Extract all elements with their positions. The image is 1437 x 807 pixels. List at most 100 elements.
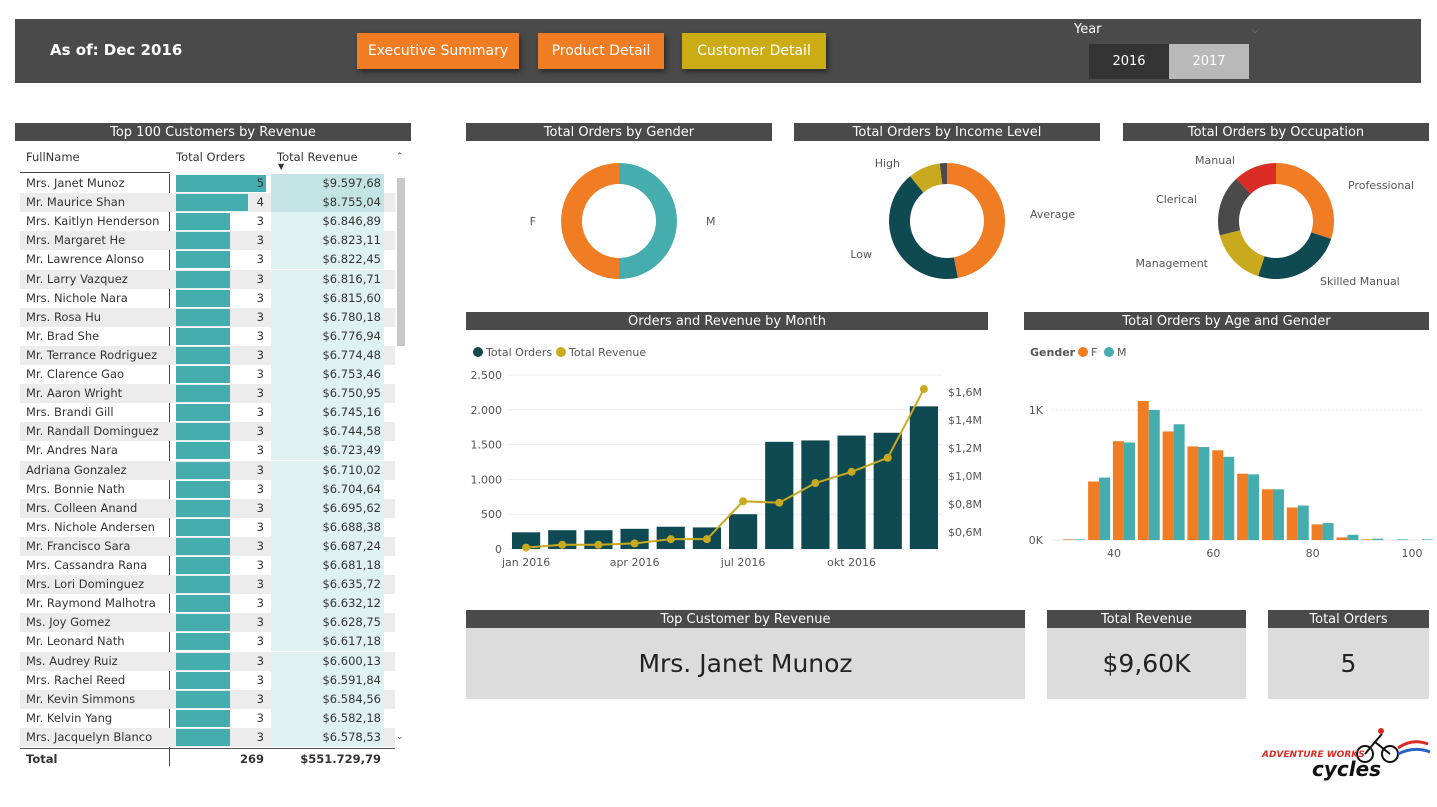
- legend-label: Total Orders: [485, 346, 552, 359]
- y2-tick-label: $1,4M: [948, 414, 982, 427]
- orders-bar: [909, 406, 939, 549]
- logo-text-cycles: cycles: [1312, 757, 1382, 781]
- bar-m: [1148, 410, 1160, 540]
- slice-label: Management: [1136, 257, 1209, 270]
- bar-f: [1112, 441, 1124, 540]
- slice-label: F: [530, 215, 536, 228]
- slice-label: Manual: [1195, 154, 1235, 167]
- bar-f: [1261, 489, 1273, 540]
- legend-label: Total Revenue: [568, 346, 646, 359]
- y2-tick-label: $0,8M: [948, 498, 982, 511]
- total-orders-title: Total Orders: [1268, 610, 1429, 628]
- y-tick-label: 1K: [1029, 404, 1044, 417]
- y-tick-label: 0K: [1029, 534, 1044, 547]
- slice-label: Skilled Manual: [1320, 275, 1400, 288]
- legend-marker-f: [1078, 347, 1088, 357]
- revenue-point: [883, 453, 892, 462]
- slice-label: M: [706, 215, 716, 228]
- y-tick-label: 500: [481, 508, 502, 521]
- x-tick-label: jan 2016: [501, 556, 550, 569]
- x-tick-label: 40: [1107, 547, 1121, 560]
- revenue-point: [739, 497, 748, 506]
- orders-bar: [728, 514, 758, 549]
- x-tick-label: 100: [1402, 547, 1423, 560]
- bar-f: [1212, 450, 1224, 540]
- x-tick-label: apr 2016: [610, 556, 660, 569]
- orders-bar: [837, 435, 866, 549]
- slice-label: High: [875, 157, 900, 170]
- bar-m: [1397, 539, 1409, 540]
- slice-label: Clerical: [1156, 193, 1197, 206]
- bar-m: [1074, 539, 1086, 540]
- bar-m: [1421, 539, 1433, 540]
- donut-slice: [947, 163, 1005, 278]
- bar-f: [1286, 507, 1298, 540]
- y-tick-label: 2.500: [471, 369, 503, 382]
- y2-tick-label: $0,6M: [948, 526, 982, 539]
- y-tick-label: 1.000: [471, 473, 503, 486]
- revenue-point: [594, 540, 603, 549]
- bar-f: [1088, 481, 1100, 540]
- bar-f: [1137, 400, 1149, 540]
- bar-m: [1099, 477, 1111, 540]
- x-tick-label: 80: [1306, 547, 1320, 560]
- bar-f: [1187, 446, 1199, 540]
- legend-label: F: [1091, 346, 1097, 359]
- bar-f: [1311, 524, 1323, 540]
- slice-label: Low: [850, 248, 872, 261]
- bar-m: [1248, 474, 1260, 540]
- bar-f: [1162, 431, 1174, 540]
- donut-slice: [1258, 232, 1332, 279]
- y2-tick-label: $1,6M: [948, 386, 982, 399]
- bar-m: [1198, 447, 1210, 540]
- adventure-works-logo: ADVENTURE WORKS cycles: [1262, 726, 1432, 782]
- total-orders-kpi: 5: [1340, 649, 1357, 678]
- revenue-point: [558, 540, 567, 549]
- total-orders-card: 5: [1268, 628, 1429, 699]
- legend-label: M: [1117, 346, 1127, 359]
- bar-f: [1237, 473, 1249, 540]
- bar-f: [1063, 539, 1075, 540]
- age-chart-title: Total Orders by Age and Gender: [1024, 312, 1429, 330]
- y-tick-label: 2.000: [471, 404, 503, 417]
- top-customer-card: Mrs. Janet Munoz: [466, 628, 1025, 699]
- y-tick-label: 0: [495, 543, 502, 556]
- total-revenue-title: Total Revenue: [1047, 610, 1246, 628]
- orders-bar: [765, 441, 794, 549]
- bar-m: [1372, 538, 1384, 540]
- legend-marker-m: [1104, 347, 1114, 357]
- revenue-point: [630, 539, 639, 548]
- month-chart-title: Orders and Revenue by Month: [466, 312, 988, 330]
- slice-label: Professional: [1348, 179, 1414, 192]
- x-tick-label: okt 2016: [827, 556, 876, 569]
- revenue-point: [919, 385, 928, 394]
- revenue-point: [666, 535, 675, 544]
- top-customer-title: Top Customer by Revenue: [466, 610, 1025, 628]
- bar-m: [1123, 442, 1135, 540]
- orders-bar: [801, 440, 830, 549]
- revenue-point: [811, 479, 820, 488]
- bar-m: [1173, 424, 1185, 540]
- legend-marker-revenue: [556, 347, 566, 357]
- bar-m: [1272, 489, 1284, 540]
- legend-marker-orders: [473, 347, 483, 357]
- bar-m: [1297, 505, 1309, 540]
- bar-f: [1361, 539, 1373, 540]
- revenue-point: [775, 498, 784, 507]
- donut-slice: [619, 163, 677, 279]
- slice-label: Average: [1030, 208, 1075, 221]
- revenue-point: [702, 535, 711, 544]
- x-tick-label: 60: [1206, 547, 1220, 560]
- bar-m: [1322, 523, 1334, 540]
- y2-tick-label: $1,2M: [948, 442, 982, 455]
- legend-title: Gender: [1030, 346, 1076, 359]
- total-revenue-card: $9,60K: [1047, 628, 1246, 699]
- y2-tick-label: $1,0M: [948, 470, 982, 483]
- bar-m: [1347, 534, 1359, 540]
- donut-slice: [1276, 163, 1334, 239]
- bar-f: [1336, 537, 1348, 540]
- revenue-point: [522, 543, 531, 552]
- orders-bar: [873, 432, 902, 549]
- donut-slice: [1219, 230, 1265, 277]
- revenue-point: [847, 467, 856, 476]
